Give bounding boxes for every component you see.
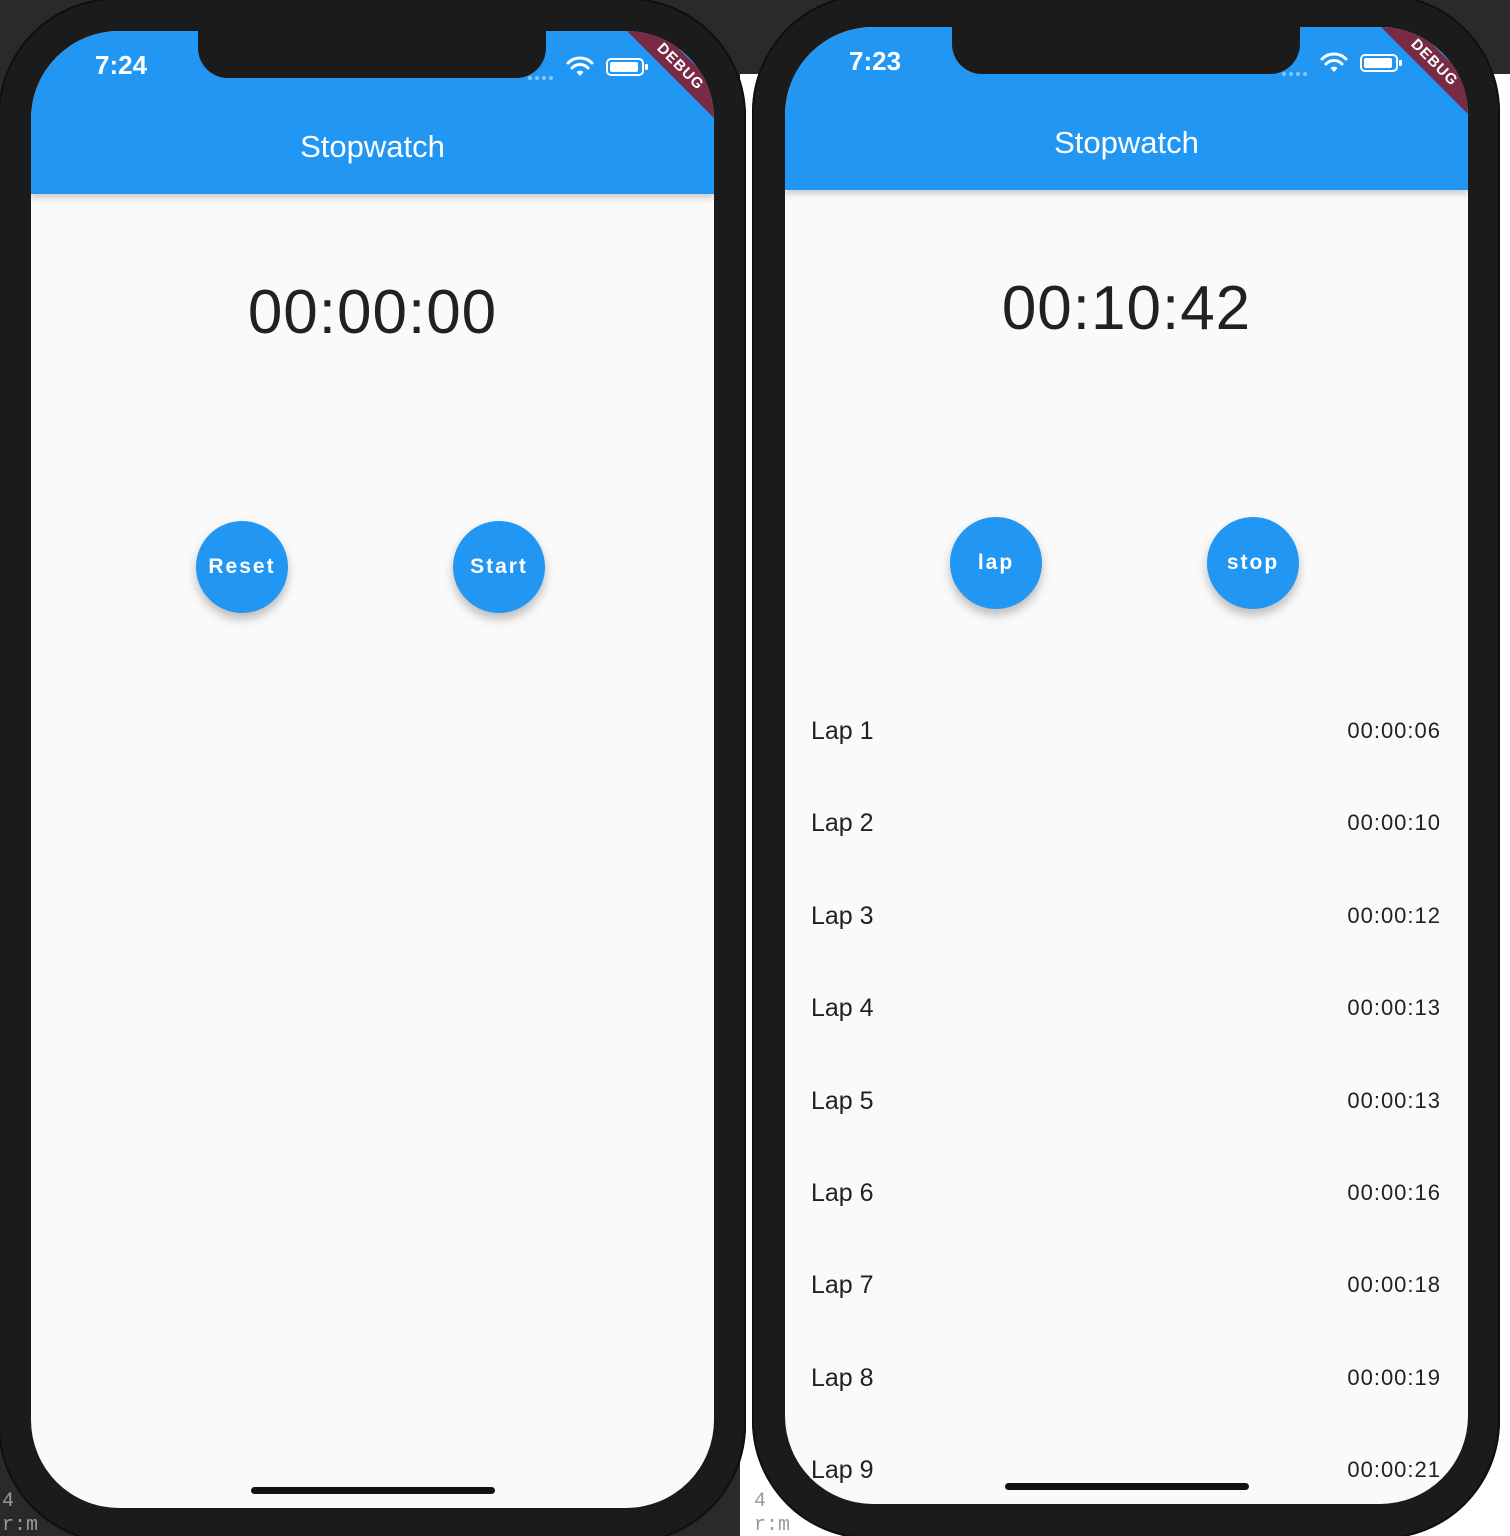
lap-time: 00:00:18 — [1347, 1272, 1441, 1298]
phone-notch — [952, 27, 1300, 74]
lap-time: 00:00:16 — [1347, 1179, 1441, 1205]
timer-display: 00:10:42 — [1001, 274, 1252, 343]
status-icons — [1282, 51, 1422, 76]
wifi-icon — [1320, 52, 1348, 72]
list-item: Lap 7 00:00:18 — [785, 1241, 1468, 1333]
list-item: Lap 8 00:00:19 — [785, 1334, 1468, 1426]
lap-time: 00:00:13 — [1347, 995, 1441, 1021]
list-item: Lap 9 00:00:21 — [785, 1426, 1468, 1504]
debug-banner: DEBUG — [1368, 27, 1468, 129]
start-button[interactable]: Start — [453, 521, 545, 613]
list-item: Lap 6 00:00:16 — [785, 1149, 1468, 1241]
list-item: Lap 3 00:00:12 — [785, 872, 1468, 964]
lap-button[interactable]: lap — [950, 517, 1042, 609]
lap-time: 00:00:12 — [1347, 902, 1441, 928]
stop-button[interactable]: stop — [1207, 517, 1299, 609]
signal-icon — [528, 67, 560, 80]
phone-screen: 7:24 DEBUG Stopwatch 00:00:00 Reset Star… — [31, 31, 714, 1508]
page-title: Stopwatch — [300, 129, 445, 164]
app-bar: 7:23 DEBUG Stopwatch — [785, 27, 1468, 190]
page-title: Stopwatch — [1054, 125, 1199, 160]
lap-label: Lap 4 — [811, 994, 874, 1023]
phone-notch — [198, 31, 546, 78]
status-icons — [528, 55, 668, 80]
debug-banner: DEBUG — [614, 31, 714, 133]
home-indicator[interactable] — [1005, 1483, 1249, 1490]
timer-display: 00:00:00 — [247, 278, 498, 347]
lap-label: Lap 7 — [811, 1271, 874, 1300]
signal-icon — [1282, 63, 1314, 76]
battery-icon — [1360, 54, 1402, 72]
list-item: Lap 1 00:00:06 — [785, 687, 1468, 779]
simulator-canvas: 4 r:m 4 r:m 7:24 DEBUG Stopwatch 00:00:0… — [0, 0, 1510, 1536]
lap-label: Lap 8 — [811, 1363, 874, 1392]
status-time: 7:24 — [95, 50, 148, 80]
list-item: Lap 4 00:00:13 — [785, 964, 1468, 1056]
editor-text: 4 — [754, 1490, 767, 1513]
lap-label: Lap 6 — [811, 1178, 874, 1207]
lap-list[interactable]: Lap 1 00:00:06 Lap 2 00:00:10 Lap 3 00:0… — [785, 687, 1468, 1504]
list-item: Lap 5 00:00:13 — [785, 1057, 1468, 1149]
wifi-icon — [566, 56, 594, 76]
phone-frame-left: 7:24 DEBUG Stopwatch 00:00:00 Reset Star… — [0, 0, 746, 1536]
home-indicator[interactable] — [251, 1487, 495, 1494]
phone-screen: 7:23 DEBUG Stopwatch 00:10:42 lap stop L… — [785, 27, 1468, 1504]
battery-icon — [606, 58, 648, 76]
lap-time: 00:00:06 — [1347, 718, 1441, 743]
editor-text: r:m — [754, 1514, 791, 1536]
lap-time: 00:00:13 — [1347, 1087, 1441, 1113]
reset-button[interactable]: Reset — [196, 521, 288, 613]
lap-label: Lap 1 — [811, 717, 874, 745]
lap-time: 00:00:10 — [1347, 810, 1441, 836]
editor-text: 4 — [2, 1490, 15, 1513]
lap-label: Lap 3 — [811, 901, 874, 930]
list-item: Lap 2 00:00:10 — [785, 779, 1468, 871]
lap-label: Lap 9 — [811, 1456, 874, 1485]
lap-label: Lap 5 — [811, 1086, 874, 1115]
phone-frame-right: 7:23 DEBUG Stopwatch 00:10:42 lap stop L… — [752, 0, 1500, 1536]
lap-label: Lap 2 — [811, 809, 874, 838]
editor-text: r:m — [2, 1514, 39, 1536]
lap-time: 00:00:19 — [1347, 1364, 1441, 1390]
lap-time: 00:00:21 — [1347, 1457, 1441, 1483]
status-time: 7:23 — [849, 46, 902, 76]
app-bar: 7:24 DEBUG Stopwatch — [31, 31, 714, 194]
